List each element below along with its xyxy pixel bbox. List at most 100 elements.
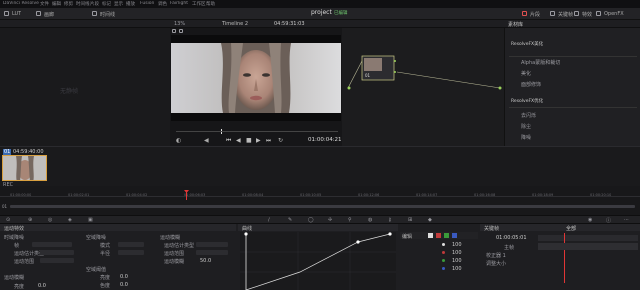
loop-icon[interactable]: ↻ (278, 137, 283, 144)
menu-item-edit[interactable]: 编辑 (52, 1, 61, 7)
keyframe-row-master[interactable]: 主帧 (504, 244, 514, 251)
frames-dropdown[interactable] (32, 242, 72, 247)
viewer-scrubber[interactable] (176, 131, 338, 132)
curve-graph (240, 232, 396, 290)
mode-dropdown[interactable] (118, 242, 144, 247)
menu-item-mark[interactable]: 标记 (102, 1, 111, 7)
motion-range-dropdown[interactable] (40, 258, 74, 263)
viewer-mode-icons[interactable] (172, 29, 202, 34)
effect-item[interactable]: 面部修饰 (521, 81, 541, 88)
zoom-level[interactable]: 13% (174, 21, 185, 27)
volume-icon[interactable]: ◀ (204, 137, 209, 144)
key-icon[interactable]: ⚷ (388, 217, 392, 223)
sizing-icon[interactable]: ⊞ (408, 217, 412, 223)
effect-item[interactable]: Alpha蒙版和裁切 (521, 59, 560, 66)
media-pool-icon[interactable] (4, 11, 9, 16)
portrait-frame (171, 35, 341, 121)
keyframe-ruler[interactable] (538, 235, 638, 241)
green-intensity[interactable]: 100 (452, 258, 462, 264)
luma-value[interactable]: 0.0 (38, 283, 46, 289)
more-icon[interactable]: ⋯ (624, 217, 629, 223)
effects-icon[interactable] (574, 11, 579, 16)
go-to-start-icon[interactable]: ⏮ (226, 137, 231, 145)
motion-blur-value[interactable]: 50.0 (200, 258, 211, 264)
curve-editor[interactable] (240, 232, 396, 290)
openfx-icon[interactable] (596, 11, 601, 16)
toolbar-item-keyframes[interactable]: 关键帧 (558, 11, 573, 18)
mini-timeline[interactable]: 01:00:00:00 01:00:02:01 01:00:04:02 01:0… (0, 186, 640, 216)
menu-item-fusion[interactable]: Fusion (140, 1, 154, 6)
primaries-icon[interactable]: ⊕ (28, 217, 32, 223)
chroma-value[interactable]: 0.0 (120, 282, 128, 288)
menu-item-timeline[interactable]: 时间线 (76, 1, 90, 7)
motion-est-dropdown[interactable] (40, 250, 74, 255)
red-intensity[interactable]: 100 (452, 250, 462, 256)
menu-item-playback[interactable]: 播放 (126, 1, 135, 7)
channel-y-button[interactable] (428, 233, 433, 238)
play-reverse-icon[interactable]: ◀ (236, 137, 241, 144)
menu-item-trim[interactable]: 修剪 (64, 1, 73, 7)
toolbar-item-lut[interactable]: LUT (12, 11, 21, 17)
channel-r-button[interactable] (436, 233, 441, 238)
timeline-icon[interactable] (92, 11, 97, 16)
menu-item-file[interactable]: 文件 (40, 1, 49, 7)
luma-value[interactable]: 0.0 (120, 274, 128, 280)
blur-icon[interactable]: ◍ (368, 217, 372, 223)
motion-effects-icon[interactable]: ▣ (88, 217, 93, 223)
panel-title: 关键帧 (484, 226, 500, 232)
keyframe-playhead[interactable] (564, 233, 565, 283)
channel-b-button[interactable] (452, 233, 457, 238)
menu-item-color[interactable]: 调色 (158, 1, 167, 7)
info-icon[interactable]: ⓘ (606, 217, 611, 224)
keyframes-icon[interactable] (550, 11, 555, 16)
play-icon[interactable]: ▶ (256, 137, 261, 144)
go-to-end-icon[interactable]: ⏭ (266, 137, 271, 145)
channel-g-button[interactable] (444, 233, 449, 238)
toolbar-item-timeline[interactable]: 时间线 (100, 11, 115, 18)
3d-icon[interactable]: ◆ (428, 217, 432, 223)
toolbar-item-clips[interactable]: 片段 (530, 11, 540, 18)
magic-mask-icon[interactable]: ⚲ (348, 217, 352, 223)
menu-item-view[interactable]: 显示 (114, 1, 123, 7)
tab-library[interactable]: 素材库 (508, 21, 523, 28)
window-icon[interactable]: ◯ (308, 217, 314, 223)
effect-item[interactable]: 美化 (521, 70, 531, 77)
luma-intensity[interactable]: 100 (452, 242, 462, 248)
qualifier-icon[interactable]: ✎ (288, 217, 292, 223)
effect-item[interactable]: 降噪 (521, 134, 531, 141)
keyframe-filter[interactable]: 全部 (566, 225, 576, 232)
clip-thumbnail[interactable] (2, 155, 47, 181)
master-track[interactable] (538, 243, 638, 250)
toolbar-item-openfx[interactable]: OpenFX (604, 11, 624, 17)
blur-range-dropdown[interactable] (196, 250, 228, 255)
section-beauty-title: ResolveFX美化 (511, 42, 544, 47)
radius-dropdown[interactable] (118, 250, 144, 255)
audio-icon[interactable]: ◐ (176, 137, 181, 144)
keyframe-row-corrector[interactable]: 校正器 1 (486, 252, 506, 259)
effect-item[interactable]: 除尘 (521, 123, 531, 130)
lut-icon[interactable] (36, 11, 41, 16)
toolbar-item-gallery[interactable]: 画廊 (44, 11, 54, 18)
curves-icon[interactable]: ∕ (268, 217, 270, 223)
menu-item-workspace[interactable]: 工作区 (192, 1, 206, 7)
tracker-icon[interactable]: ✢ (328, 217, 332, 223)
color-wheels-icon[interactable]: ⊙ (6, 217, 10, 223)
menu-item-help[interactable]: 帮助 (206, 1, 215, 7)
stop-icon[interactable]: ■ (246, 137, 252, 144)
toolbar-item-effects[interactable]: 特效 (582, 11, 592, 18)
node-editor[interactable]: 01 (342, 28, 504, 146)
menu-item-fairlight[interactable]: Fairlight (170, 1, 188, 6)
raw-icon[interactable]: ◈ (68, 217, 72, 223)
timeline-name[interactable]: Timeline 2 (222, 21, 248, 27)
palette-toolbar: ⊙ ⊕ ◎ ◈ ▣ ∕ ✎ ◯ ✢ ⚲ ◍ ⚷ ⊞ ◆ ◉ ⓘ ⋯ (0, 215, 640, 224)
hdr-icon[interactable]: ◎ (48, 217, 52, 223)
keyframe-row-sizing[interactable]: 调整大小 (486, 260, 506, 267)
menu-item-clip[interactable]: 片段 (90, 1, 99, 7)
scopes-icon[interactable]: ◉ (588, 217, 592, 223)
blur-est-dropdown[interactable] (196, 242, 228, 247)
effect-item[interactable]: 去闪烁 (521, 112, 536, 119)
timeline-track-bar[interactable] (10, 205, 635, 208)
viewer-image[interactable] (171, 35, 341, 121)
clips-icon[interactable] (522, 11, 527, 16)
blue-intensity[interactable]: 100 (452, 266, 462, 272)
